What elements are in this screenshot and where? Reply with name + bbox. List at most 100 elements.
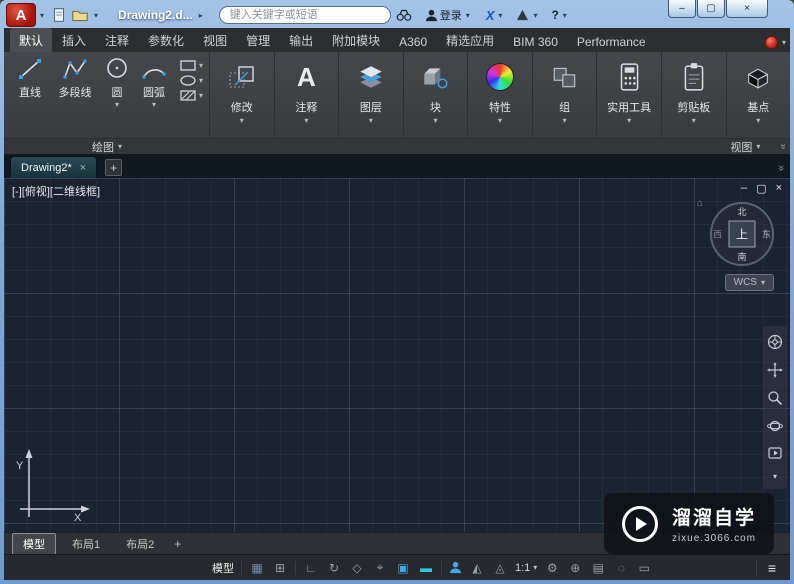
ribbon-tab-annotate[interactable]: 注释 [96, 28, 138, 52]
line-tool-button[interactable]: 直线 [10, 57, 50, 138]
ribbon-tab-manage[interactable]: 管理 [237, 28, 279, 52]
showmotion-icon[interactable] [768, 446, 782, 460]
a360-user-icon[interactable] [449, 561, 462, 574]
ribbon-tab-view[interactable]: 视图 [194, 28, 236, 52]
object-snap-tracking-icon[interactable]: ⌖ [372, 560, 388, 575]
viewcube-south-label[interactable]: 南 [737, 250, 746, 263]
viewport-minimize-icon[interactable]: – [741, 182, 747, 195]
viewcube-compass-ring[interactable]: 北 南 东 西 上 [710, 202, 774, 266]
maximize-button[interactable]: ▢ [697, 0, 725, 18]
drawing-canvas[interactable]: [-][俯视][二维线框] – ▢ × ⌂ 北 南 东 西 上 WCS ▾ ▾ … [4, 178, 790, 532]
full-navigation-wheel-icon[interactable] [767, 334, 783, 350]
viewcube-north-label[interactable]: 北 [737, 205, 746, 218]
ribbon-tab-insert[interactable]: 插入 [53, 28, 95, 52]
communication-center-control[interactable]: ▾ [516, 9, 539, 21]
window-title: Drawing2.d... [118, 8, 193, 22]
circle-tool-button[interactable]: 圆 ▾ [100, 57, 134, 138]
ribbon-tab-performance[interactable]: Performance [568, 31, 655, 52]
viewcube-home-icon[interactable]: ⌂ [697, 198, 703, 209]
annotation-scale-control[interactable]: 1:1 ▾ [515, 562, 537, 574]
minimize-button[interactable]: – [668, 0, 696, 18]
view-panel-title[interactable]: 视图 ▾ [710, 139, 780, 155]
orbit-icon[interactable] [767, 418, 783, 434]
viewcube-top-face[interactable]: 上 [728, 220, 756, 248]
layout-tab-layout1[interactable]: 布局1 [62, 534, 110, 554]
layout-tab-layout2[interactable]: 布局2 [116, 534, 164, 554]
new-drawing-tab-button[interactable]: + [105, 159, 123, 176]
ortho-mode-icon[interactable]: ∟ [303, 561, 319, 575]
ribbon-tab-featured-apps[interactable]: 精选应用 [437, 28, 503, 52]
new-file-icon[interactable] [50, 6, 68, 24]
application-menu-chevron-icon[interactable]: ▾ [40, 11, 44, 20]
polyline-tool-button[interactable]: 多段线 [52, 57, 98, 138]
search-input[interactable] [218, 6, 391, 24]
open-folder-icon[interactable] [71, 6, 89, 24]
ribbon-tab-bim360[interactable]: BIM 360 [504, 31, 567, 52]
navbar-menu-chevron-icon[interactable]: ▾ [773, 472, 777, 481]
help-control[interactable]: ? ▾ [551, 8, 568, 22]
utilities-panel-button[interactable]: 实用工具 ▾ [597, 52, 662, 138]
quick-access-chevron-icon[interactable]: ▾ [94, 11, 98, 20]
viewport-close-icon[interactable]: × [776, 182, 782, 195]
snap-mode-icon[interactable]: ⊞ [272, 561, 288, 575]
layout-tab-model[interactable]: 模型 [12, 532, 56, 555]
viewport-window-controls: – ▢ × [741, 182, 782, 195]
ribbon-tab-output[interactable]: 输出 [280, 28, 322, 52]
annotation-visibility-icon[interactable]: ◭ [469, 561, 485, 575]
block-panel-button[interactable]: 块 ▾ [404, 52, 469, 138]
title-expand-icon[interactable]: ▸ [199, 11, 203, 20]
ribbon-tab-parametric[interactable]: 参数化 [139, 28, 193, 52]
basepoint-panel-button[interactable]: 基点 ▾ [727, 52, 791, 138]
rectangle-tool-button[interactable]: ▾ [180, 60, 203, 71]
hatch-tool-button[interactable]: ▾ [180, 90, 203, 101]
modify-panel-button[interactable]: 修改 ▾ [210, 52, 275, 138]
statusbar-separator [241, 560, 242, 575]
ribbon-minimize-icon[interactable]: » [778, 144, 789, 150]
annotation-monitor-icon[interactable]: ⊕ [567, 561, 583, 575]
application-menu-button[interactable]: A [6, 3, 36, 27]
zoom-icon[interactable] [767, 390, 783, 406]
isometric-drafting-icon[interactable]: ◇ [349, 561, 365, 575]
statusbar-model-button[interactable]: 模型 [212, 560, 234, 576]
viewport-controls-label[interactable]: [-][俯视][二维线框] [12, 183, 100, 199]
close-button[interactable]: × [726, 0, 768, 18]
isolate-objects-icon[interactable]: ◌ [613, 561, 629, 575]
ribbon-options-chevron-icon[interactable]: ▾ [782, 38, 786, 47]
layers-panel-button[interactable]: 图层 ▾ [339, 52, 404, 138]
grid-display-icon[interactable]: ▦ [249, 561, 265, 575]
quick-properties-icon[interactable]: ▤ [590, 561, 606, 575]
customize-icon[interactable]: ≡ [764, 560, 780, 576]
wcs-dropdown[interactable]: WCS ▾ [724, 274, 774, 291]
workspace-switch-icon[interactable]: ⚙ [544, 561, 560, 575]
pan-icon[interactable] [767, 362, 783, 378]
new-layout-button[interactable]: + [170, 537, 185, 551]
search-binoculars-icon[interactable] [395, 7, 413, 23]
performance-recorder-icon[interactable] [764, 36, 778, 49]
clipboard-panel-button[interactable]: 剪贴板 ▾ [662, 52, 727, 138]
object-snap-icon[interactable]: ▣ [395, 561, 411, 575]
viewcube-east-label[interactable]: 东 [762, 228, 771, 241]
ribbon-tab-default[interactable]: 默认 [10, 28, 53, 52]
circle-dropdown-icon[interactable]: ▾ [115, 100, 119, 109]
groups-panel-button[interactable]: 组 ▾ [533, 52, 598, 138]
arc-dropdown-icon[interactable]: ▾ [152, 100, 156, 109]
polar-tracking-icon[interactable]: ↻ [326, 561, 342, 575]
sign-in-control[interactable]: 登录 ▾ [425, 7, 472, 23]
exchange-apps-control[interactable]: X ▾ [486, 8, 505, 23]
lineweight-icon[interactable]: ▬ [418, 561, 434, 575]
annotation-autoscale-icon[interactable]: ◬ [492, 561, 508, 575]
annotation-panel-button[interactable]: A 注释 ▾ [275, 52, 340, 138]
file-tab-close-icon[interactable]: × [80, 162, 86, 174]
file-tab-overflow-icon[interactable]: » [775, 165, 787, 171]
properties-panel-button[interactable]: 特性 ▾ [468, 52, 533, 138]
fullscreen-icon[interactable]: ▭ [636, 561, 652, 575]
viewcube[interactable]: ⌂ 北 南 东 西 上 [697, 198, 774, 266]
arc-tool-button[interactable]: 圆弧 ▾ [136, 57, 172, 138]
ribbon-tab-a360[interactable]: A360 [390, 31, 436, 52]
viewport-restore-icon[interactable]: ▢ [756, 182, 766, 195]
ribbon-tab-addins[interactable]: 附加模块 [323, 28, 389, 52]
ellipse-tool-button[interactable]: ▾ [180, 75, 203, 86]
draw-panel-title[interactable]: 绘图 ▾ [4, 139, 210, 155]
file-tab-drawing2[interactable]: Drawing2* × [10, 156, 98, 178]
viewcube-west-label[interactable]: 西 [713, 228, 722, 241]
